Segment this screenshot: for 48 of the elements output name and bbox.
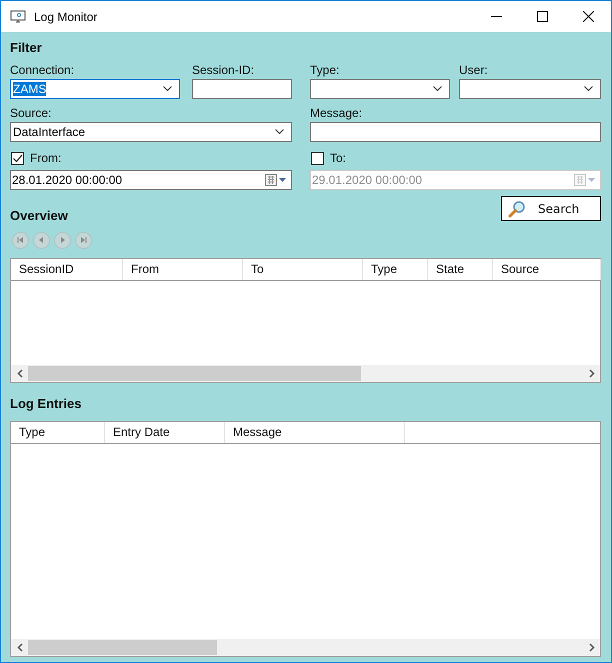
window-title: Log Monitor <box>34 10 98 24</box>
checkbox-label: From: <box>30 151 62 165</box>
section-heading: Filter <box>10 40 43 55</box>
date-value: 28.01.2020 00:00:00 <box>12 173 124 187</box>
column-header[interactable]: State <box>428 259 493 280</box>
column-header[interactable]: Type <box>363 259 428 280</box>
dropdown-field[interactable] <box>310 79 450 99</box>
dropdown-field[interactable]: ZAMS <box>10 79 180 99</box>
field-label: Connection: <box>10 63 76 77</box>
calendar-dropdown-icon <box>574 174 596 186</box>
chevron-down-icon <box>275 129 284 135</box>
field-value: ZAMS <box>13 82 46 96</box>
search-button[interactable]: Search <box>501 196 601 221</box>
column-header[interactable]: Message <box>225 422 405 443</box>
column-header[interactable]: From <box>123 259 243 280</box>
input-field[interactable] <box>192 79 292 99</box>
calendar-dropdown-icon <box>265 174 287 186</box>
scrollbar-thumb[interactable] <box>28 366 361 381</box>
section-heading: Overview <box>10 208 68 223</box>
checkbox-label: To: <box>330 151 346 165</box>
maximize-icon <box>536 11 548 22</box>
field-label: Session-ID: <box>192 63 256 77</box>
field-label: Source: <box>10 106 52 120</box>
input-field[interactable] <box>310 122 601 142</box>
horizontal-scrollbar[interactable] <box>11 639 600 656</box>
column-header[interactable]: Type <box>11 422 105 443</box>
close-icon <box>582 11 594 22</box>
field-value: DataInterface <box>13 125 86 139</box>
date-field[interactable]: 28.01.2020 00:00:00 <box>10 170 292 190</box>
dropdown-field[interactable]: DataInterface <box>10 122 292 142</box>
chevron-down-icon <box>584 86 593 92</box>
field-label: Type: <box>310 63 340 77</box>
column-header[interactable]: Entry Date <box>105 422 225 443</box>
section-heading: Log Entries <box>10 396 83 411</box>
chevron-down-icon <box>163 86 172 92</box>
search-icon <box>508 200 526 218</box>
monitor-icon <box>10 10 26 24</box>
column-header[interactable]: To <box>243 259 363 280</box>
field-label: Message: <box>310 106 364 120</box>
chevron-down-icon <box>433 86 442 92</box>
scrollbar-thumb[interactable] <box>28 640 217 655</box>
date-value: 29.01.2020 00:00:00 <box>312 173 424 187</box>
field-label: User: <box>459 63 489 77</box>
horizontal-scrollbar[interactable] <box>11 365 600 382</box>
column-header[interactable]: Source <box>493 259 601 280</box>
column-header[interactable]: SessionID <box>11 259 123 280</box>
dropdown-field[interactable] <box>459 79 601 99</box>
checkbox[interactable] <box>11 152 24 164</box>
